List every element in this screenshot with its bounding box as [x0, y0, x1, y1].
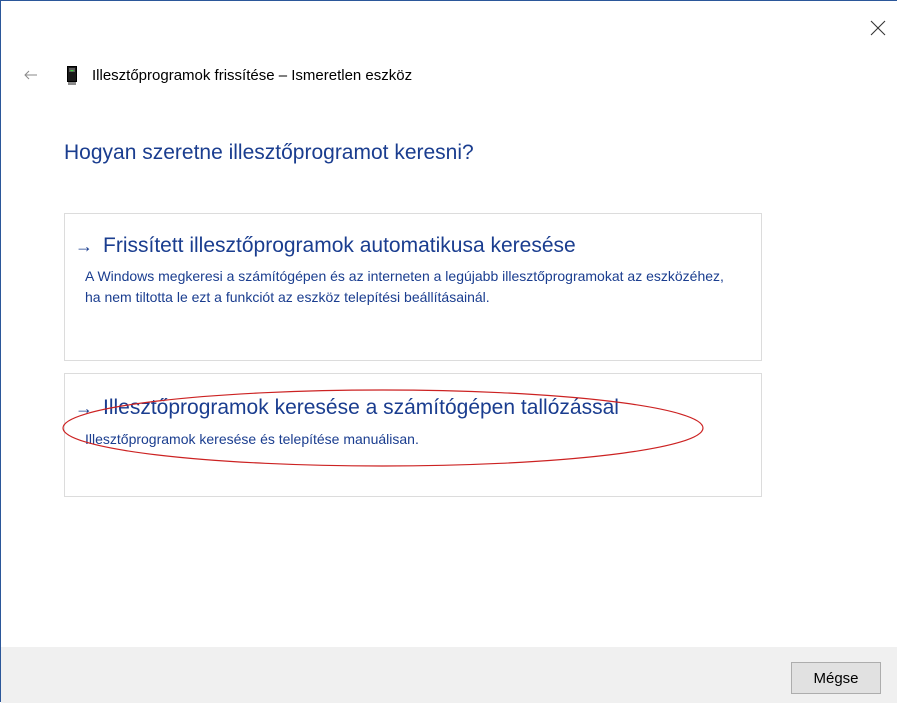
browse-computer-title-row: → Illesztőprogramok keresése a számítógé… — [75, 396, 619, 420]
auto-search-option[interactable]: → Frissített illesztőprogramok automatik… — [64, 213, 762, 361]
close-icon — [870, 20, 886, 36]
auto-search-description: A Windows megkeresi a számítógépen és az… — [85, 268, 724, 305]
dialog-window: Illesztőprogramok frissítése – Ismeretle… — [0, 0, 897, 703]
close-button[interactable] — [865, 15, 891, 41]
device-icon — [67, 66, 77, 85]
auto-search-title-row: → Frissített illesztőprogramok automatik… — [75, 234, 576, 258]
browse-computer-description: Illesztőprogramok keresése és telepítése… — [85, 431, 419, 447]
auto-search-title: Frissített illesztőprogramok automatikus… — [103, 234, 576, 257]
window-title: Illesztőprogramok frissítése – Ismeretle… — [92, 67, 413, 84]
browse-computer-title: Illesztőprogramok keresése a számítógépe… — [103, 396, 619, 419]
browse-computer-option[interactable]: → Illesztőprogramok keresése a számítógé… — [64, 373, 762, 497]
cancel-button[interactable]: Mégse — [791, 662, 881, 694]
arrow-right-icon: → — [75, 235, 93, 256]
page-heading: Hogyan szeretne illesztőprogramot keresn… — [64, 141, 474, 164]
back-arrow-icon — [24, 70, 37, 80]
arrow-right-icon: → — [75, 397, 93, 418]
back-button[interactable] — [19, 63, 43, 87]
dialog-footer — [1, 647, 897, 703]
